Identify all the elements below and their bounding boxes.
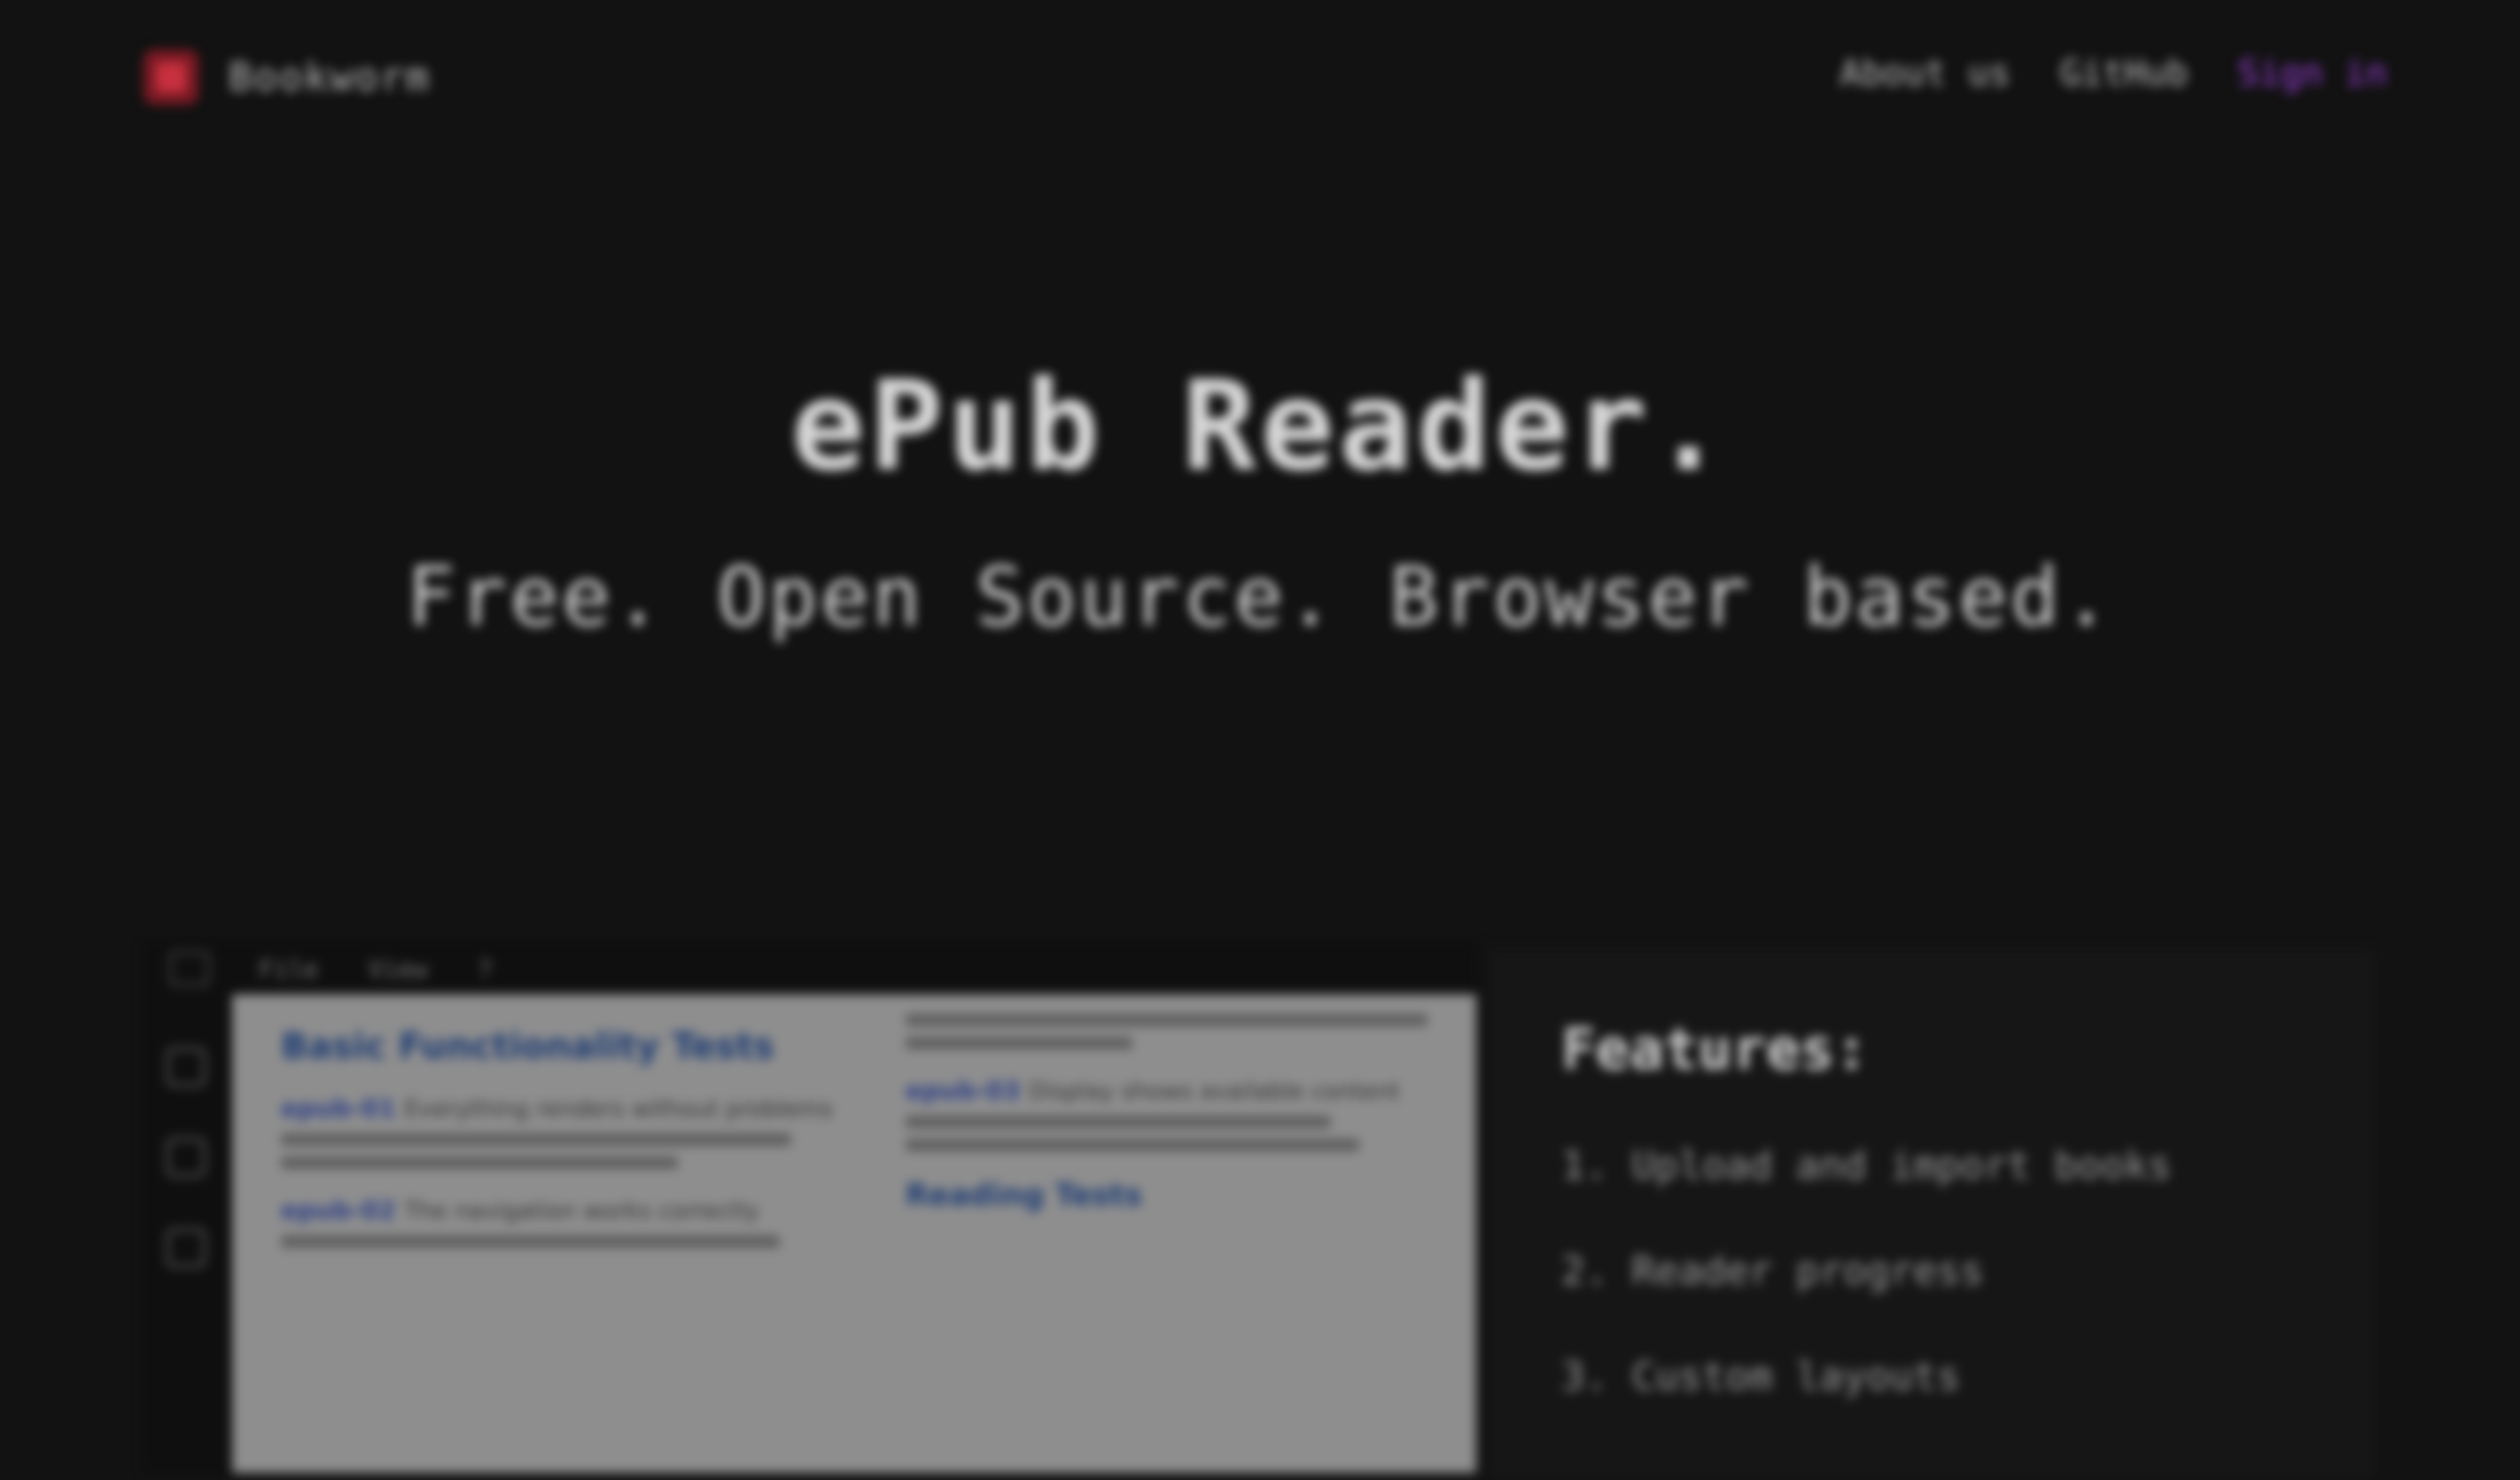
menu-icon[interactable] xyxy=(170,952,209,985)
epub-page: Basic Functionality Tests epub-01 Everyt… xyxy=(232,994,1476,1473)
features-title: Features: xyxy=(1561,1017,1869,1083)
text-line xyxy=(281,1157,678,1169)
list-item: epub-02 The navigation works correctly xyxy=(281,1196,848,1248)
nav-about-us[interactable]: About us xyxy=(1839,53,2011,94)
text-line xyxy=(906,1037,1132,1049)
features-list: 1. Upload and import books 2. Reader pro… xyxy=(1561,1143,2172,1460)
entry-desc: Display shows available content xyxy=(1029,1079,1400,1105)
entry-desc: The navigation works correctly xyxy=(404,1198,759,1225)
feature-item: 2. Reader progress xyxy=(1561,1249,1984,1294)
app-preview: File View ? Basic Functionality Tests ep… xyxy=(144,941,1476,1473)
preview-sidebar xyxy=(167,1048,206,1267)
page-column-right: epub-03 Display shows available content … xyxy=(906,994,1473,1213)
toolbar-help[interactable]: ? xyxy=(478,954,493,984)
preview-toolbar: File View ? xyxy=(170,952,493,985)
entry-tag[interactable]: epub-01 xyxy=(281,1094,396,1123)
feature-item: 1. Upload and import books xyxy=(1561,1143,2172,1188)
list-item: epub-01 Everything renders without probl… xyxy=(281,1094,848,1169)
section-heading: Reading Tests xyxy=(906,1178,1143,1213)
toc-icon[interactable] xyxy=(167,1048,206,1087)
list-item: epub-03 Display shows available content xyxy=(906,1076,1473,1151)
logo-icon xyxy=(144,50,198,105)
entry-desc: Everything renders without problems xyxy=(404,1096,834,1123)
toolbar-view[interactable]: View xyxy=(368,954,427,984)
entry-tag[interactable]: epub-03 xyxy=(906,1076,1021,1105)
app-name: Bookworm xyxy=(229,54,431,100)
page-column-left: Basic Functionality Tests epub-01 Everyt… xyxy=(281,994,848,1248)
text-line xyxy=(906,1139,1359,1151)
feature-item: 3. Custom layouts xyxy=(1561,1354,1961,1399)
features-panel: Features: 1. Upload and import books 2. … xyxy=(1489,948,2375,1480)
list-item: Reading Tests xyxy=(906,1178,1473,1213)
hero-subtitle: Free. Open Source. Browser based. xyxy=(406,549,2114,644)
sign-in-link[interactable]: Sign in xyxy=(2237,53,2387,94)
document-title: Basic Functionality Tests xyxy=(281,1026,774,1067)
logo[interactable]: Bookworm xyxy=(144,50,431,105)
hero-title: ePub Reader. xyxy=(790,354,1730,499)
bookmark-icon[interactable] xyxy=(167,1138,206,1177)
entry-tag[interactable]: epub-02 xyxy=(281,1196,396,1225)
top-nav: About us GitHub Sign in xyxy=(1839,53,2387,94)
page-root: Bookworm About us GitHub Sign in ePub Re… xyxy=(0,0,2520,1480)
settings-icon[interactable] xyxy=(167,1228,206,1267)
text-line xyxy=(906,1014,1427,1026)
text-line xyxy=(906,1116,1331,1128)
text-line xyxy=(281,1235,781,1248)
toolbar-file[interactable]: File xyxy=(259,954,318,984)
text-line xyxy=(281,1133,791,1146)
nav-github[interactable]: GitHub xyxy=(2060,53,2189,94)
